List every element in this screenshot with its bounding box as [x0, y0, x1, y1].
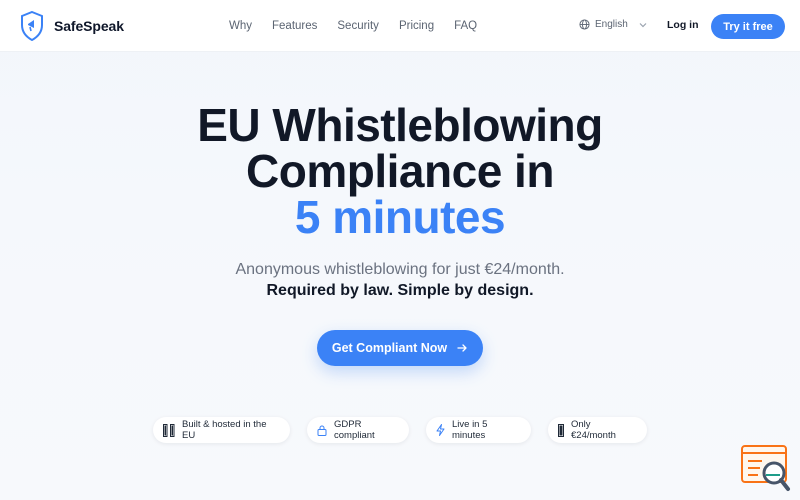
badge-label: Live in 5 minutes — [452, 419, 488, 441]
language-label: English — [595, 19, 628, 30]
hero-tagline: Required by law. Simple by design. — [266, 282, 534, 299]
badge-live: Live in 5 minutes — [426, 417, 531, 443]
get-compliant-button[interactable]: Get Compliant Now — [317, 330, 483, 366]
nav-item-pricing[interactable]: Pricing — [399, 19, 434, 33]
try-free-button[interactable]: Try it free — [711, 14, 785, 39]
hero-title-accent: 5 minutes — [294, 191, 506, 243]
language-selector[interactable]: English — [579, 19, 649, 30]
chevron-down-icon — [639, 22, 647, 27]
badge-label: Only €24/month — [571, 419, 616, 441]
trust-badges: Built & hosted in the EU GDPR compliant … — [0, 417, 800, 443]
eu-flag-icon — [163, 423, 175, 437]
hero-title-line-1: EU Whistleblowing — [197, 99, 603, 151]
main-nav: Why Features Security Pricing FAQ — [229, 19, 477, 33]
lightning-icon — [436, 424, 445, 436]
arrow-right-icon — [457, 344, 467, 352]
shield-icon — [21, 11, 43, 41]
lock-icon — [317, 425, 327, 436]
get-compliant-label: Get Compliant Now — [331, 341, 448, 355]
badge-gdpr: GDPR compliant — [307, 417, 409, 443]
hero-title: EU Whistleblowing Compliance in 5 minute… — [0, 102, 800, 240]
site-header: SafeSpeak Why Features Security Pricing … — [0, 0, 800, 52]
hero-subtitle: Anonymous whistleblowing for just €24/mo… — [235, 261, 565, 278]
badge-price: Only €24/month — [548, 417, 647, 443]
globe-icon — [579, 19, 590, 30]
feedback-widget-icon[interactable] — [740, 444, 792, 494]
brand-logo[interactable]: SafeSpeak — [20, 11, 124, 41]
brand-name: SafeSpeak — [54, 18, 124, 34]
flag-icon — [558, 423, 564, 437]
nav-item-why[interactable]: Why — [229, 19, 252, 33]
nav-item-features[interactable]: Features — [272, 19, 317, 33]
nav-item-faq[interactable]: FAQ — [454, 19, 477, 33]
badge-label: Built & hosted in the EU — [182, 419, 267, 441]
badge-eu-hosted: Built & hosted in the EU — [153, 417, 290, 443]
badge-label: GDPR compliant — [334, 419, 375, 441]
nav-item-security[interactable]: Security — [337, 19, 379, 33]
hero-title-line-2: Compliance in — [246, 145, 554, 197]
login-link[interactable]: Log in — [667, 19, 699, 31]
